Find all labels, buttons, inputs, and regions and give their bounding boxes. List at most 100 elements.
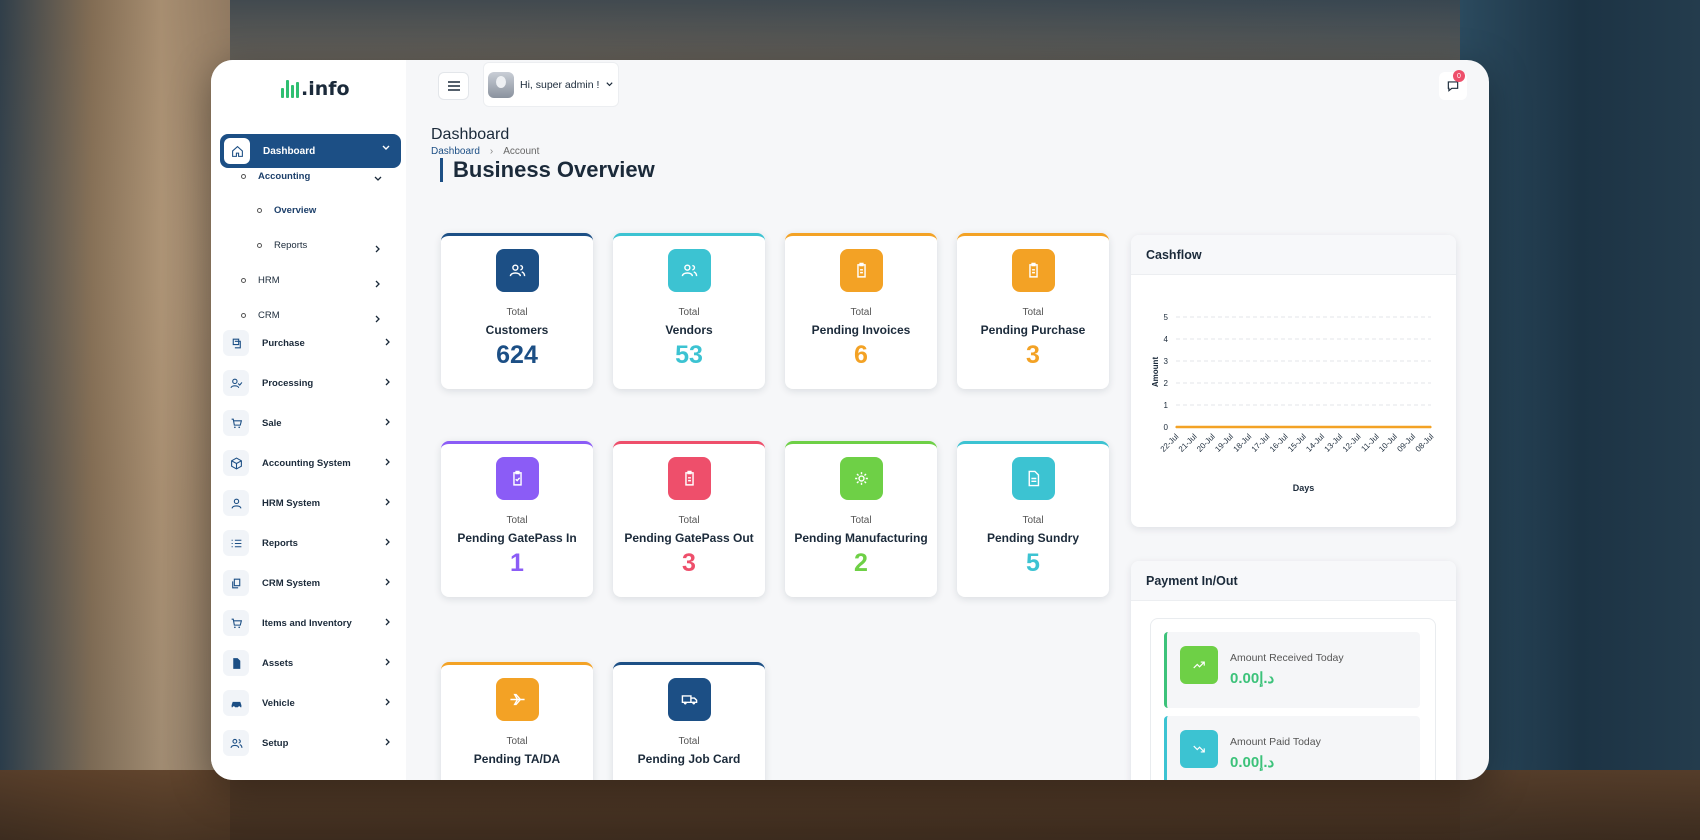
chevron-right-icon <box>385 618 390 626</box>
stat-card-pending-gatepass-in[interactable]: Total Pending GatePass In 1 <box>441 441 593 597</box>
sidebar-item-crm-system[interactable]: CRM System <box>223 568 393 598</box>
sidebar-sub-label: HRM <box>258 275 280 286</box>
logo[interactable]: .info <box>281 78 350 100</box>
y-tick-label: 4 <box>1164 335 1169 344</box>
payment-box: Amount Received Today 0.00د.إ Amount Pai… <box>1150 618 1436 780</box>
stat-card-value: 6 <box>854 341 868 369</box>
sidebar-item-setup[interactable]: Setup <box>223 728 393 758</box>
amount-received-row: Amount Received Today 0.00د.إ <box>1164 632 1420 708</box>
breadcrumb: Dashboard › Account <box>431 146 539 157</box>
chevron-right-icon <box>385 458 390 466</box>
stat-card-title: Customers <box>485 323 549 337</box>
y-tick-label: 1 <box>1164 401 1169 410</box>
stat-card-pending-ta-da[interactable]: Total Pending TA/DA <box>441 662 593 780</box>
x-tick-label: 12-Jul <box>1341 432 1363 454</box>
notifications-button[interactable]: 0 <box>1439 70 1467 100</box>
stat-card-pending-invoices[interactable]: Total Pending Invoices 6 <box>785 233 937 389</box>
stat-card-pending-sundry[interactable]: Total Pending Sundry 5 <box>957 441 1109 597</box>
chevron-down-icon <box>374 176 382 181</box>
sidebar-item-hrm-system[interactable]: HRM System <box>223 488 393 518</box>
sidebar-item-assets[interactable]: Assets <box>223 648 393 678</box>
data-point <box>1193 426 1196 428</box>
data-point <box>1430 426 1432 428</box>
sidebar-item-vehicle[interactable]: Vehicle <box>223 688 393 718</box>
sidebar-sub-hrm[interactable]: HRM <box>241 275 280 286</box>
cashflow-title: Cashflow <box>1131 235 1456 275</box>
x-tick-label: 11-Jul <box>1359 432 1381 454</box>
stat-card-title: Pending GatePass Out <box>624 531 754 545</box>
sidebar-item-processing[interactable]: Processing <box>223 368 393 398</box>
stat-card-caption: Total <box>678 515 700 526</box>
chevron-right-icon <box>385 538 390 546</box>
sidebar-item-sale[interactable]: Sale <box>223 408 393 438</box>
payment-panel: Payment In/Out Amount Received Today 0.0… <box>1131 561 1456 780</box>
sidebar: .info Dashboard Accounting Overview Repo… <box>211 60 406 780</box>
sidebar-sub-overview[interactable]: Overview <box>257 205 316 216</box>
payment-title: Payment In/Out <box>1131 561 1456 601</box>
stat-card-title: Pending Manufacturing <box>794 531 928 545</box>
sidebar-sub-crm[interactable]: CRM <box>241 310 280 321</box>
list-icon <box>223 530 249 556</box>
bullet-icon <box>241 313 246 318</box>
document-icon <box>1011 457 1055 500</box>
sidebar-item-accounting-system[interactable]: Accounting System <box>223 448 393 478</box>
stat-card-vendors[interactable]: Total Vendors 53 <box>613 233 765 389</box>
x-tick-label: 16-Jul <box>1268 432 1290 454</box>
cube-icon <box>223 450 249 476</box>
stat-card-pending-job-card[interactable]: Total Pending Job Card <box>613 662 765 780</box>
file-icon <box>223 650 249 676</box>
sidebar-item-items-and-inventory[interactable]: Items and Inventory <box>223 608 393 638</box>
bullet-icon <box>257 243 262 248</box>
sidebar-sub-reports[interactable]: Reports <box>257 240 307 251</box>
sidebar-sub-label: Reports <box>274 240 308 251</box>
clipboard-check-icon <box>495 457 539 500</box>
users-icon <box>223 730 249 756</box>
sidebar-sub-accounting[interactable]: Accounting <box>241 171 310 182</box>
sidebar-item-label: Purchase <box>262 337 305 349</box>
home-icon <box>224 138 250 164</box>
sidebar-item-reports[interactable]: Reports <box>223 528 393 558</box>
sidebar-item-label: Processing <box>262 377 314 389</box>
stat-card-value: 624 <box>496 341 538 369</box>
stat-card-pending-purchase[interactable]: Total Pending Purchase 3 <box>957 233 1109 389</box>
stat-card-value: 1 <box>510 549 524 577</box>
amount-received-value: 0.00د.إ <box>1230 670 1275 687</box>
stat-card-title: Pending GatePass In <box>457 531 577 545</box>
user-greeting: Hi, super admin ! <box>520 78 600 91</box>
stat-card-pending-manufacturing[interactable]: Total Pending Manufacturing 2 <box>785 441 937 597</box>
notification-badge: 0 <box>1453 70 1465 82</box>
stat-card-title: Pending Invoices <box>811 323 911 337</box>
x-tick-label: 18-Jul <box>1231 432 1253 454</box>
chevron-right-icon <box>375 245 380 253</box>
sidebar-item-dashboard[interactable]: Dashboard <box>220 134 401 168</box>
data-point <box>1411 426 1414 428</box>
chevron-right-icon <box>385 498 390 506</box>
stat-card-caption: Total <box>506 307 528 318</box>
sidebar-item-purchase[interactable]: Purchase <box>223 328 393 358</box>
chevron-right-icon <box>375 280 380 288</box>
purchase-icon <box>223 330 249 356</box>
x-tick-label: 08-Jul <box>1414 432 1436 454</box>
sidebar-item-label: Items and Inventory <box>262 617 352 629</box>
clipboard-icon <box>1011 249 1055 292</box>
x-tick-label: 17-Jul <box>1250 432 1272 454</box>
chevron-right-icon <box>375 315 380 323</box>
processing-icon <box>223 370 249 396</box>
cart-icon <box>223 410 249 436</box>
stat-card-customers[interactable]: Total Customers 624 <box>441 233 593 389</box>
car-icon <box>223 690 249 716</box>
y-tick-label: 3 <box>1164 357 1169 366</box>
stat-card-value: 5 <box>1026 549 1040 577</box>
trend-down-icon <box>1180 730 1218 768</box>
stat-card-title: Vendors <box>665 323 713 337</box>
user-menu[interactable]: Hi, super admin ! <box>483 62 619 107</box>
menu-toggle-button[interactable] <box>438 72 469 100</box>
stat-card-pending-gatepass-out[interactable]: Total Pending GatePass Out 3 <box>613 441 765 597</box>
y-axis-label: Amount <box>1151 357 1160 388</box>
breadcrumb-link-dashboard[interactable]: Dashboard <box>431 146 480 157</box>
stat-card-caption: Total <box>506 515 528 526</box>
avatar <box>488 71 514 98</box>
section-title: Business Overview <box>440 158 655 182</box>
users-icon <box>495 249 539 292</box>
stat-card-value: 3 <box>1026 341 1040 369</box>
